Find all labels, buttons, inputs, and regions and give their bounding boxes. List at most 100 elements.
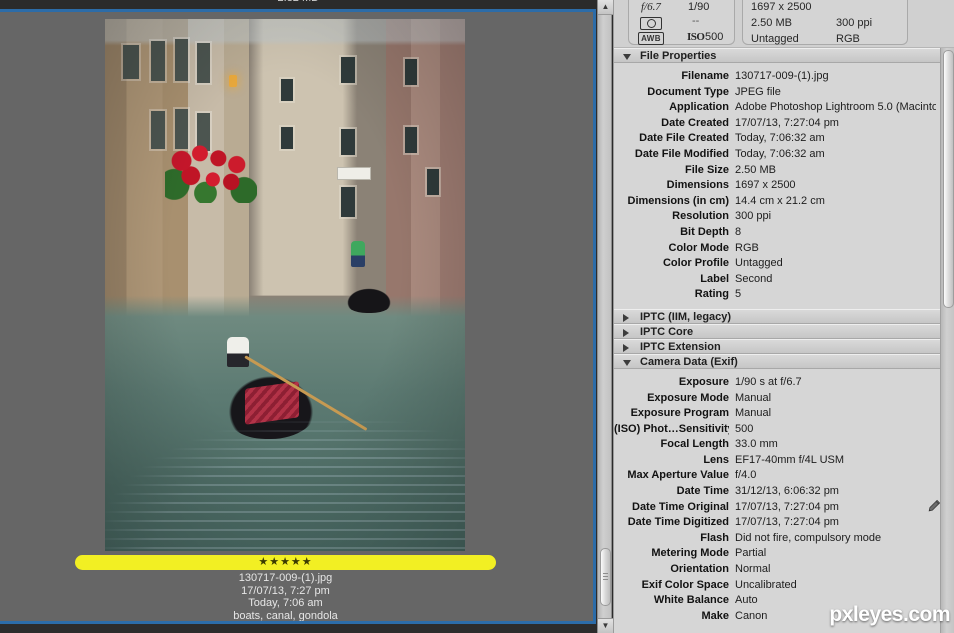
metadata-value[interactable]: 2.50 MB xyxy=(735,163,936,179)
metadata-value[interactable]: f/4.0 xyxy=(735,468,936,484)
metadata-row[interactable]: Application Adobe Photoshop Lightroom 5.0… xyxy=(614,100,940,116)
metadata-row[interactable]: Exposure Program Manual xyxy=(614,406,940,422)
metadata-row[interactable]: Document Type JPEG file xyxy=(614,85,940,101)
metadata-value[interactable]: 14.4 cm x 21.2 cm xyxy=(735,194,936,210)
metadata-value[interactable]: 130717-009-(1).jpg xyxy=(735,69,936,85)
scroll-down-arrow[interactable]: ▼ xyxy=(598,618,613,633)
metadata-row[interactable]: Focal Length 33.0 mm xyxy=(614,437,940,453)
metadata-key: Exposure Mode xyxy=(647,391,729,404)
metadata-key: Lens xyxy=(703,453,729,466)
metadata-row[interactable]: Date Time Original 17/07/13, 7:27:04 pm xyxy=(614,500,940,516)
chevron-right-icon[interactable] xyxy=(623,313,629,322)
section-title: File Properties xyxy=(640,50,717,62)
metadata-key: Exposure Program xyxy=(630,407,729,420)
metadata-value[interactable]: 1697 x 2500 xyxy=(735,178,936,194)
metadata-value[interactable]: Manual xyxy=(735,406,936,422)
metadata-value[interactable]: 33.0 mm xyxy=(735,437,936,453)
metadata-row[interactable]: Rating 5 xyxy=(614,287,940,303)
metadata-value[interactable]: Uncalibrated xyxy=(735,578,936,594)
metadata-key: Exposure xyxy=(678,375,729,388)
metadata-value[interactable]: Today, 7:06:32 am xyxy=(735,147,936,163)
metadata-key: Make xyxy=(701,609,729,622)
metadata-value[interactable]: 1/90 s at f/6.7 xyxy=(735,375,936,391)
section-header-iptc-iim-legacy[interactable]: IPTC (IIM, legacy) xyxy=(614,308,940,324)
content-scroll-thumb[interactable] xyxy=(600,548,611,606)
metadata-value[interactable]: JPEG file xyxy=(735,85,936,101)
scroll-up-arrow[interactable]: ▲ xyxy=(598,0,613,15)
metadata-key: Document Type xyxy=(647,85,729,98)
caption-keywords: boats, canal, gondola xyxy=(233,609,338,622)
metadata-value[interactable]: Did not fire, compulsory mode xyxy=(735,531,936,547)
metadata-value[interactable]: 31/12/13, 6:06:32 pm xyxy=(735,484,936,500)
metadata-value[interactable]: 300 ppi xyxy=(735,209,936,225)
metadata-value[interactable]: Untagged xyxy=(735,256,936,272)
chevron-down-icon[interactable] xyxy=(623,359,631,366)
section-header-file-properties[interactable]: File Properties xyxy=(614,48,940,63)
selected-thumbnail-cell[interactable]: ★★★★★ 130717-009-(1).jpg 17/07/13, 7:27 … xyxy=(0,9,596,624)
metadata-value[interactable]: Partial xyxy=(735,546,936,562)
metering-mode-icon xyxy=(640,17,662,30)
metadata-row[interactable]: Metering Mode Partial xyxy=(614,546,940,562)
metadata-row[interactable]: Date Time 31/12/13, 6:06:32 pm xyxy=(614,484,940,500)
metadata-row[interactable]: File Size 2.50 MB xyxy=(614,163,940,179)
metadata-key: Metering Mode xyxy=(651,547,729,560)
metadata-value[interactable]: Adobe Photoshop Lightroom 5.0 (Macintosh… xyxy=(735,100,936,116)
section-header-iptc-core[interactable]: IPTC Core xyxy=(614,323,940,339)
chevron-right-icon[interactable] xyxy=(623,328,629,337)
metadata-row[interactable]: Max Aperture Value f/4.0 xyxy=(614,468,940,484)
section-header-camera-data-exif[interactable]: Camera Data (Exif) xyxy=(614,353,940,369)
metadata-value[interactable]: Second xyxy=(735,272,936,288)
rating-stars: ★★★★★ xyxy=(258,556,313,568)
metadata-row[interactable]: Date Time Digitized 17/07/13, 7:27:04 pm xyxy=(614,515,940,531)
metadata-row[interactable]: Orientation Normal xyxy=(614,562,940,578)
metadata-key: (ISO) Phot…Sensitivity xyxy=(614,422,729,435)
metadata-panel-scrollbar[interactable] xyxy=(940,48,954,633)
metadata-row[interactable]: Resolution 300 ppi xyxy=(614,209,940,225)
chevron-right-icon[interactable] xyxy=(623,343,629,352)
metadata-scroll-thumb[interactable] xyxy=(943,50,954,308)
metadata-key: Dimensions xyxy=(666,179,729,192)
metadata-row[interactable]: Color Mode RGB xyxy=(614,241,940,257)
metadata-value[interactable]: 17/07/13, 7:27:04 pm xyxy=(735,500,936,516)
metadata-value[interactable]: Normal xyxy=(735,562,936,578)
badge-resolution: 300 ppi xyxy=(836,17,873,29)
metadata-value[interactable]: 500 xyxy=(735,422,936,438)
photo-venice-canal xyxy=(105,19,465,551)
edit-pencil-icon[interactable] xyxy=(927,499,941,513)
metadata-value[interactable]: Manual xyxy=(735,391,936,407)
metadata-row[interactable]: Exposure 1/90 s at f/6.7 xyxy=(614,375,940,391)
metadata-row[interactable]: Dimensions (in cm) 14.4 cm x 21.2 cm xyxy=(614,194,940,210)
metadata-row[interactable]: Dimensions 1697 x 2500 xyxy=(614,178,940,194)
content-pane-scrollbar[interactable]: ▲ ▼ xyxy=(597,0,613,633)
metadata-value[interactable]: 17/07/13, 7:27:04 pm xyxy=(735,515,936,531)
chevron-down-icon[interactable] xyxy=(623,54,631,60)
metadata-row[interactable]: Lens EF17-40mm f/4L USM xyxy=(614,453,940,469)
metadata-key: Date Created xyxy=(661,116,729,129)
metadata-value[interactable]: RGB xyxy=(735,241,936,257)
rating-label-bar[interactable]: ★★★★★ xyxy=(75,555,496,570)
metadata-key: Max Aperture Value xyxy=(627,469,729,482)
thumbnail-preview-image[interactable] xyxy=(105,19,465,551)
scroll-thumb-grip xyxy=(603,573,608,580)
metadata-value[interactable]: 5 xyxy=(735,287,936,303)
metadata-row[interactable]: Date Created 17/07/13, 7:27:04 pm xyxy=(614,116,940,132)
section-header-iptc-extension[interactable]: IPTC Extension xyxy=(614,338,940,354)
metadata-key: Filename xyxy=(681,70,729,82)
metadata-row[interactable]: Date File Modified Today, 7:06:32 am xyxy=(614,147,940,163)
metadata-row[interactable]: Flash Did not fire, compulsory mode xyxy=(614,531,940,547)
metadata-value[interactable]: EF17-40mm f/4L USM xyxy=(735,453,936,469)
metadata-row[interactable]: Exposure Mode Manual xyxy=(614,391,940,407)
metadata-row[interactable]: Label Second xyxy=(614,272,940,288)
metadata-value[interactable]: Today, 7:06:32 am xyxy=(735,131,936,147)
metadata-row[interactable]: Date File Created Today, 7:06:32 am xyxy=(614,131,940,147)
metadata-row[interactable]: Bit Depth 8 xyxy=(614,225,940,241)
metadata-row[interactable]: Color Profile Untagged xyxy=(614,256,940,272)
metadata-value[interactable]: 17/07/13, 7:27:04 pm xyxy=(735,116,936,132)
metadata-row[interactable]: Filename 130717-009-(1).jpg xyxy=(614,69,940,85)
badge-color-mode: RGB xyxy=(836,33,860,45)
metadata-value[interactable]: 8 xyxy=(735,225,936,241)
metadata-row[interactable]: (ISO) Phot…Sensitivity 500 xyxy=(614,422,940,438)
metadata-row[interactable]: Exif Color Space Uncalibrated xyxy=(614,578,940,594)
badge-shutter: 1/90 xyxy=(688,1,710,13)
section-rows: Exposure 1/90 s at f/6.7 Exposure Mode Manu… xyxy=(614,368,940,631)
